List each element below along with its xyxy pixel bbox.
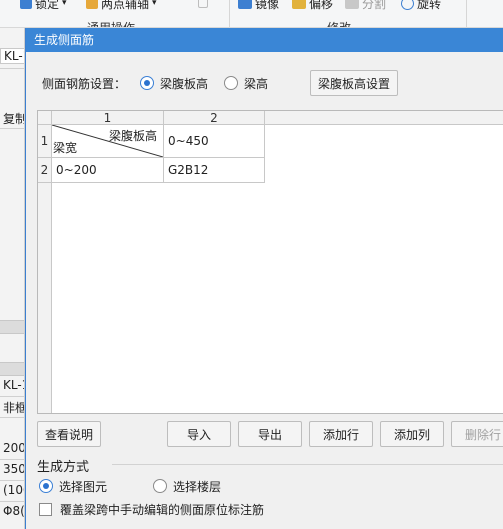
element-name-field[interactable]: KL-1 — [0, 48, 24, 64]
property-value-rebar: Φ8( — [3, 504, 25, 518]
checkbox-unchecked-icon — [39, 502, 52, 516]
radio-unchecked-icon — [224, 76, 239, 90]
split-icon — [345, 0, 359, 9]
grid-cell-r2c1[interactable]: 0~200 — [52, 158, 164, 183]
rotate-button[interactable]: 旋转 — [401, 0, 441, 11]
view-help-button[interactable]: 查看说明 — [37, 421, 101, 447]
radio-select-element-label: 选择图元 — [59, 479, 108, 494]
radio-select-floor[interactable]: 选择楼层 — [153, 478, 221, 495]
row-header-1[interactable]: 1 — [38, 125, 52, 158]
radio-select-floor-label: 选择楼层 — [173, 479, 222, 494]
chevron-down-icon: ▾ — [152, 0, 157, 8]
property-value-height: 350 — [3, 462, 25, 476]
property-value-type: 非框 — [3, 401, 25, 415]
mirror-button[interactable]: 镜像 — [238, 0, 279, 11]
axis-icon — [86, 0, 98, 9]
grid-cell-r2c2[interactable]: G2B12 — [164, 158, 265, 183]
section-divider — [112, 464, 503, 465]
overwrite-manual-annotation-checkbox[interactable]: 覆盖梁跨中手动编辑的侧面原位标注筋 — [39, 500, 264, 518]
row-header-2[interactable]: 2 — [38, 158, 52, 183]
ribbon-toolbar: 锁定 ▾ 两点辅轴 ▾ 通用操作 镜像 偏移 分割 旋转 修改 — [0, 0, 503, 28]
property-value-name: KL-1 — [3, 378, 24, 392]
diagonal-header-cell[interactable]: 梁腹板高 梁宽 — [52, 125, 164, 158]
corner-top-label: 梁腹板高 — [108, 129, 157, 143]
grid-cell-r1c2[interactable]: 0~450 — [164, 125, 265, 158]
mirror-label: 镜像 — [255, 0, 280, 11]
divider — [0, 459, 24, 460]
split-label: 分割 — [362, 0, 387, 11]
radio-checked-icon — [140, 76, 155, 90]
export-button[interactable]: 导出 — [238, 421, 302, 447]
dialog-title: 生成侧面筋 — [26, 28, 503, 52]
two-point-axis-button[interactable]: 两点辅轴 ▾ — [86, 0, 157, 11]
divider — [0, 396, 24, 397]
radio-beam-height-label: 梁高 — [244, 76, 269, 91]
divider — [0, 128, 24, 129]
radio-web-height[interactable]: 梁腹板高 — [140, 75, 208, 92]
offset-label: 偏移 — [309, 0, 334, 11]
lock-label: 锁定 — [35, 0, 60, 11]
offset-icon — [292, 0, 306, 9]
toolbar-separator — [229, 0, 230, 27]
column-header-1[interactable]: 1 — [52, 111, 164, 125]
divider — [0, 68, 24, 69]
lock-icon — [20, 0, 32, 9]
lock-button[interactable]: 锁定 ▾ — [20, 0, 67, 11]
copy-tab[interactable]: 复制 — [0, 110, 24, 127]
side-rebar-setting-row: 侧面钢筋设置： 梁腹板高 梁高 — [42, 70, 268, 96]
section-modify-label: 修改 — [327, 21, 352, 28]
divider — [0, 501, 24, 502]
delete-row-button[interactable]: 删除行 — [451, 421, 503, 447]
property-value-spacing: (100 — [3, 483, 24, 497]
split-button[interactable]: 分割 — [345, 0, 386, 11]
property-value-width: 200 — [3, 441, 25, 455]
collapse-icon[interactable] — [198, 0, 208, 8]
overwrite-checkbox-label: 覆盖梁跨中手动编辑的侧面原位标注筋 — [60, 502, 265, 517]
panel-header-band — [0, 362, 24, 376]
import-button[interactable]: 导入 — [167, 421, 231, 447]
add-row-button[interactable]: 添加行 — [309, 421, 373, 447]
column-header-2[interactable]: 2 — [164, 111, 265, 125]
grid-corner — [38, 111, 52, 125]
radio-beam-height[interactable]: 梁高 — [224, 75, 268, 92]
two-point-label: 两点辅轴 — [101, 0, 150, 11]
radio-unchecked-icon — [153, 479, 168, 493]
rotate-icon — [401, 0, 414, 10]
section-common-label: 通用操作 — [87, 21, 136, 28]
add-column-button[interactable]: 添加列 — [380, 421, 444, 447]
generate-side-rebar-dialog: 生成侧面筋 侧面钢筋设置： 梁腹板高 梁高 梁腹板高设置 1 2 1 2 梁腹板… — [25, 28, 503, 529]
setting-label: 侧面钢筋设置： — [42, 76, 127, 91]
generation-mode-row: 选择图元 选择楼层 — [39, 477, 221, 495]
generation-mode-label: 生成方式 — [37, 460, 90, 475]
toolbar-separator — [466, 0, 467, 27]
rotate-label: 旋转 — [417, 0, 442, 11]
offset-button[interactable]: 偏移 — [292, 0, 333, 11]
radio-select-element[interactable]: 选择图元 — [39, 478, 107, 495]
column-header-empty — [265, 111, 503, 125]
corner-bottom-label: 梁宽 — [53, 141, 78, 155]
radio-web-height-label: 梁腹板高 — [160, 76, 209, 91]
panel-header-band — [0, 320, 24, 334]
mirror-icon — [238, 0, 252, 9]
row-header-empty — [38, 183, 52, 413]
left-property-panel: KL-1 复制 KL-1 非框 200 350 (100 Φ8( — [0, 28, 25, 529]
chevron-down-icon: ▾ — [62, 0, 67, 8]
divider — [0, 417, 24, 418]
divider — [0, 480, 24, 481]
web-height-settings-button[interactable]: 梁腹板高设置 — [310, 70, 398, 96]
radio-checked-icon — [39, 479, 53, 493]
rebar-grid[interactable]: 1 2 1 2 梁腹板高 梁宽 0~450 0~200 G2B12 — [37, 110, 503, 414]
